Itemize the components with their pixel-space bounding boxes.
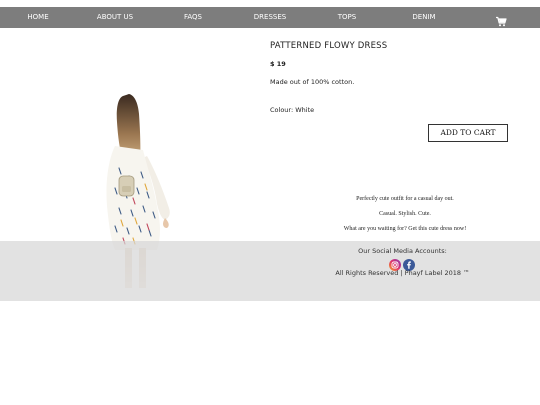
page-footer: Our Social Media Accounts: All Rights Re… xyxy=(0,241,540,301)
tagline-line-3: What are you waiting for? Get this cute … xyxy=(343,226,467,232)
shopping-cart-icon[interactable] xyxy=(495,12,507,27)
footer-social-heading: Our Social Media Accounts: xyxy=(358,247,447,255)
top-strip xyxy=(0,0,540,7)
nav-about-us[interactable]: ABOUT US xyxy=(90,7,140,28)
nav-faqs[interactable]: FAQS xyxy=(175,7,211,28)
product-description: Made out of 100% cotton. xyxy=(270,78,355,86)
tagline-line-1: Perfectly cute outfit for a casual day o… xyxy=(356,196,454,202)
nav-dresses[interactable]: DRESSES xyxy=(248,7,292,28)
facebook-icon[interactable] xyxy=(403,256,415,271)
product-price: $ 19 xyxy=(270,60,286,68)
instagram-icon[interactable] xyxy=(389,256,401,271)
nav-tops[interactable]: TOPS xyxy=(330,7,364,28)
product-title: PATTERNED FLOWY DRESS xyxy=(270,41,388,51)
main-navbar: HOME ABOUT US FAQS DRESSES TOPS DENIM xyxy=(0,7,540,28)
nav-denim[interactable]: DENIM xyxy=(405,7,443,28)
add-to-cart-button[interactable]: ADD TO CART xyxy=(428,124,508,142)
footer-rights: All Rights Reserved | Phayf Label 2018 ™ xyxy=(335,269,470,277)
tagline-line-2: Casual. Stylish. Cute. xyxy=(379,211,431,217)
product-colour: Colour: White xyxy=(270,106,315,114)
nav-home[interactable]: HOME xyxy=(18,7,58,28)
